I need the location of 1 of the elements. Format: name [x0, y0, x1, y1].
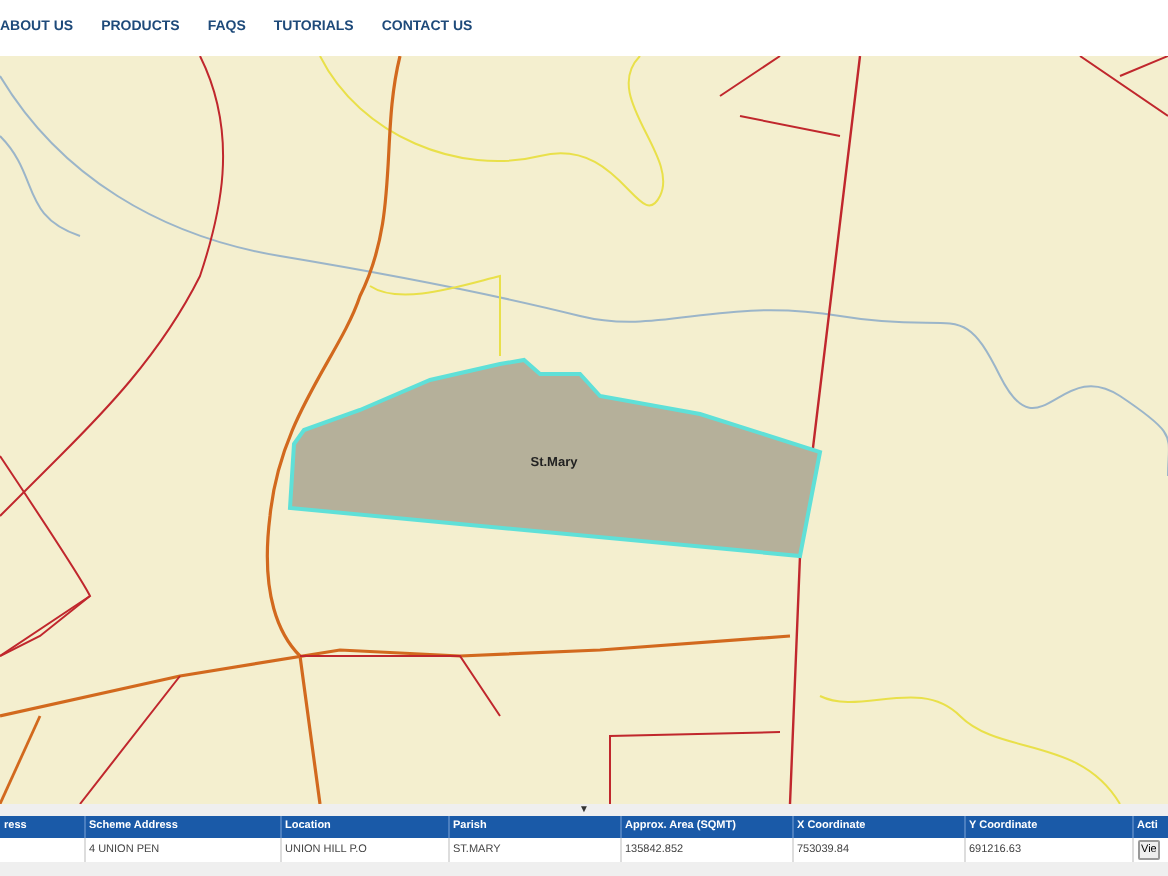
parcel-polygon[interactable] — [287, 357, 823, 559]
